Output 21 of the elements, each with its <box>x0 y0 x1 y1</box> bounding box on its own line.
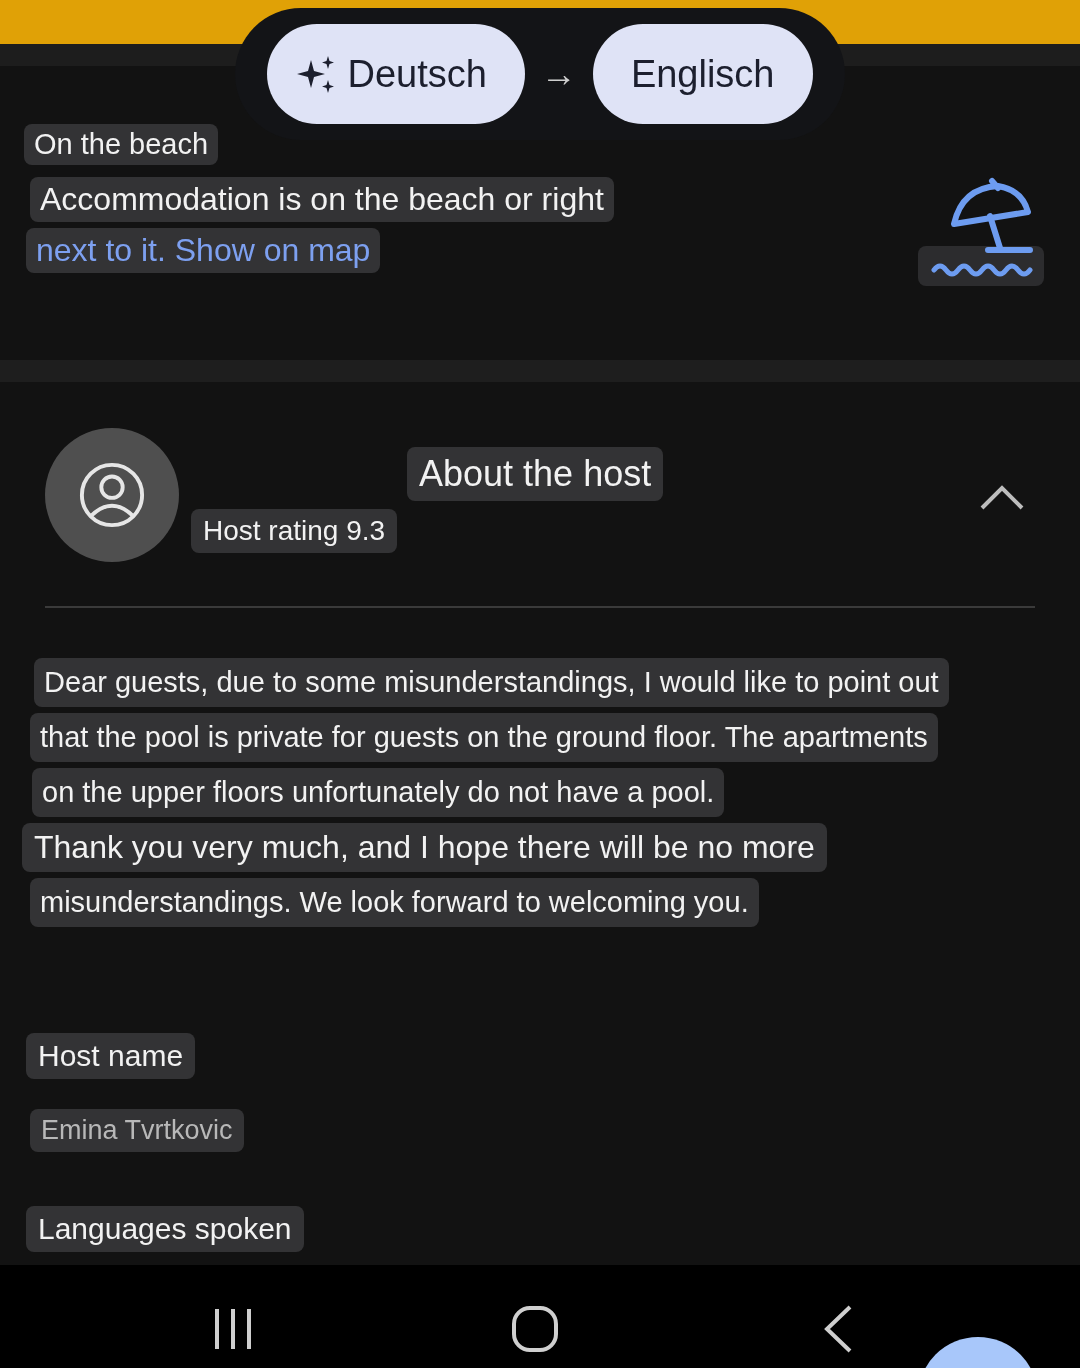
home-icon[interactable] <box>511 1305 559 1353</box>
back-icon[interactable] <box>823 1305 853 1353</box>
field-label: Languages spoken <box>26 1206 304 1252</box>
section-title: On the beach <box>24 124 219 165</box>
arrow-text: → <box>540 53 577 95</box>
section-heading: About the host <box>407 447 664 501</box>
target-language-button[interactable]: Englisch <box>592 24 813 124</box>
description-text: Accommodation is on the beach or right <box>30 177 614 222</box>
chevron-up-icon[interactable] <box>980 484 1024 510</box>
host-rating: Host rating 9.3 <box>191 509 398 553</box>
description-text: Dear guests, due to some misunderstandings, I would like to point out <box>34 658 949 707</box>
description-text: on the upper floors unfortunately do not have a pool. <box>32 768 725 817</box>
beach-umbrella-icon <box>918 176 1044 288</box>
host-name: Emina Tvrtkovic <box>30 1109 244 1152</box>
person-icon <box>78 461 146 529</box>
description-text: that the pool is private for guests on the ground floor. The apartments <box>30 713 938 762</box>
field-label: Host name <box>26 1033 196 1079</box>
source-language-button[interactable]: Deutsch <box>267 24 525 124</box>
description-text: misunderstandings. We look forward to welcoming you. <box>30 878 759 927</box>
show-on-map-link[interactable]: next to it. Show on map <box>26 228 381 273</box>
description-text: Thank you very much, and I hope there will be no more <box>22 823 827 872</box>
